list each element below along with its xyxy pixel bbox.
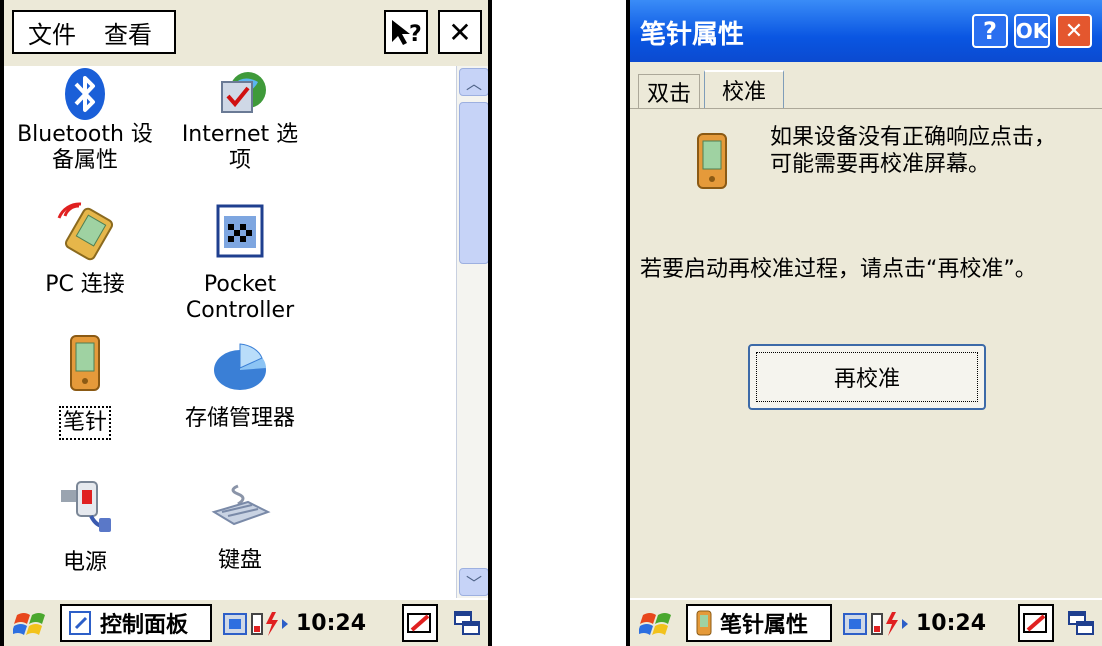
storage-manager-icon: [214, 343, 266, 390]
vertical-scrollbar[interactable]: ︿ ﹀: [456, 66, 488, 598]
taskbar: 笔针属性 10:24: [630, 598, 1102, 646]
stylus-icon: [70, 335, 100, 391]
taskbar: 控制面板 10:24: [4, 598, 488, 646]
tab-double-tap[interactable]: 双击: [638, 74, 700, 108]
item-label: PC 连接: [45, 272, 125, 297]
tab-calibration[interactable]: 校准: [704, 70, 784, 108]
list-item-keyboard[interactable]: 键盘: [170, 478, 310, 574]
pocket-controller-icon: [216, 204, 264, 258]
ok-button[interactable]: OK: [1014, 14, 1050, 48]
command-bar: 文件 查看 ? ✕: [4, 0, 488, 66]
system-tray: 10:24: [222, 604, 366, 642]
item-label: Bluetooth 设 备属性: [17, 122, 153, 173]
taskbar-task-control-panel[interactable]: 控制面板: [60, 604, 212, 642]
pen-icon: [407, 613, 431, 633]
help-pointer-button[interactable]: ?: [384, 10, 428, 54]
list-item-power[interactable]: 电源: [10, 476, 160, 576]
item-label: 键盘: [217, 548, 262, 573]
control-panel-icon: [69, 611, 91, 635]
calibration-instruction: 若要启动再校准过程，请点击“再校准”。: [640, 257, 1037, 282]
start-button[interactable]: [10, 606, 50, 642]
chevron-up-icon: ︿: [465, 74, 482, 93]
scroll-up-button[interactable]: ︿: [459, 68, 488, 96]
pc-connection-icon: [57, 202, 114, 261]
list-item-storage-manager[interactable]: 存储管理器: [170, 338, 310, 432]
calibration-hint: 如果设备没有正确响应点击， 可能需要再校准屏幕。: [770, 125, 1057, 177]
window-title: 笔针属性: [640, 20, 745, 50]
recalibrate-button[interactable]: 再校准: [748, 344, 986, 410]
item-label: 存储管理器: [184, 406, 295, 431]
item-label: 笔针: [58, 406, 112, 440]
connectivity-battery-icons[interactable]: [222, 608, 290, 638]
chevron-down-icon: ﹀: [465, 574, 482, 593]
bluetooth-icon: [65, 68, 105, 120]
pen-icon: [1023, 613, 1047, 633]
menu-bar: 文件 查看: [12, 10, 176, 54]
keyboard-icon: [211, 484, 271, 526]
title-bar: 笔针属性 ? OK ✕: [630, 0, 1102, 62]
control-panel-screen: 文件 查看 ? ✕ Bluetooth 设 备属性 Internet 选 项 P…: [0, 0, 492, 646]
stylus-task-icon: [696, 610, 712, 636]
close-button[interactable]: ✕: [1056, 14, 1092, 48]
menu-view[interactable]: 查看: [76, 15, 152, 50]
help-pointer-icon: ?: [392, 20, 422, 47]
start-button[interactable]: [636, 606, 676, 642]
list-item-pocket-controller[interactable]: Pocket Controller: [170, 202, 310, 324]
windows-flag-icon: [639, 613, 671, 635]
scroll-thumb[interactable]: [459, 102, 488, 264]
svg-text:?: ?: [409, 22, 422, 47]
tab-divider: [630, 108, 1102, 109]
menu-file[interactable]: 文件: [14, 15, 76, 50]
connectivity-battery-icons[interactable]: [842, 608, 910, 638]
stacked-windows-icon: [454, 611, 480, 635]
clock[interactable]: 10:24: [916, 611, 986, 636]
task-label: 笔针属性: [720, 613, 809, 638]
item-label: 电源: [62, 550, 107, 575]
item-label: Internet 选 项: [181, 122, 299, 173]
clock[interactable]: 10:24: [296, 611, 366, 636]
list-item-pc-connection[interactable]: PC 连接: [10, 202, 160, 298]
scroll-down-button[interactable]: ﹀: [459, 568, 488, 596]
taskbar-task-stylus-properties[interactable]: 笔针属性: [686, 604, 832, 642]
icon-list: Bluetooth 设 备属性 Internet 选 项 PC 连接 Pocke…: [4, 66, 488, 598]
close-icon: ✕: [448, 15, 472, 49]
stacked-windows-icon: [1068, 611, 1094, 635]
input-panel-button[interactable]: [402, 604, 438, 642]
ok-label: OK: [1015, 19, 1049, 43]
windows-flag-icon: [13, 613, 45, 635]
power-icon: [61, 481, 111, 532]
help-button[interactable]: ?: [972, 14, 1008, 48]
stylus-properties-screen: 笔针属性 ? OK ✕ 双击 校准 如果设备没有正确响应点击， 可能需要再校准屏…: [626, 0, 1102, 646]
input-panel-button[interactable]: [1018, 604, 1054, 642]
stylus-device-icon: [697, 133, 727, 189]
list-item-stylus[interactable]: 笔针: [10, 334, 160, 440]
windows-switch-button[interactable]: [450, 606, 484, 642]
internet-options-icon: [221, 72, 266, 113]
focus-rectangle: [756, 352, 978, 402]
item-label: Pocket Controller: [185, 272, 295, 323]
close-button[interactable]: ✕: [438, 10, 482, 54]
close-icon: ✕: [1064, 18, 1084, 44]
list-item-bluetooth[interactable]: Bluetooth 设 备属性: [10, 66, 160, 174]
help-icon: ?: [983, 17, 997, 45]
list-item-internet-options[interactable]: Internet 选 项: [170, 66, 310, 174]
task-label: 控制面板: [100, 613, 189, 638]
system-tray: 10:24: [842, 604, 986, 642]
tab-strip: 双击 校准: [630, 62, 1102, 110]
windows-switch-button[interactable]: [1064, 606, 1098, 642]
